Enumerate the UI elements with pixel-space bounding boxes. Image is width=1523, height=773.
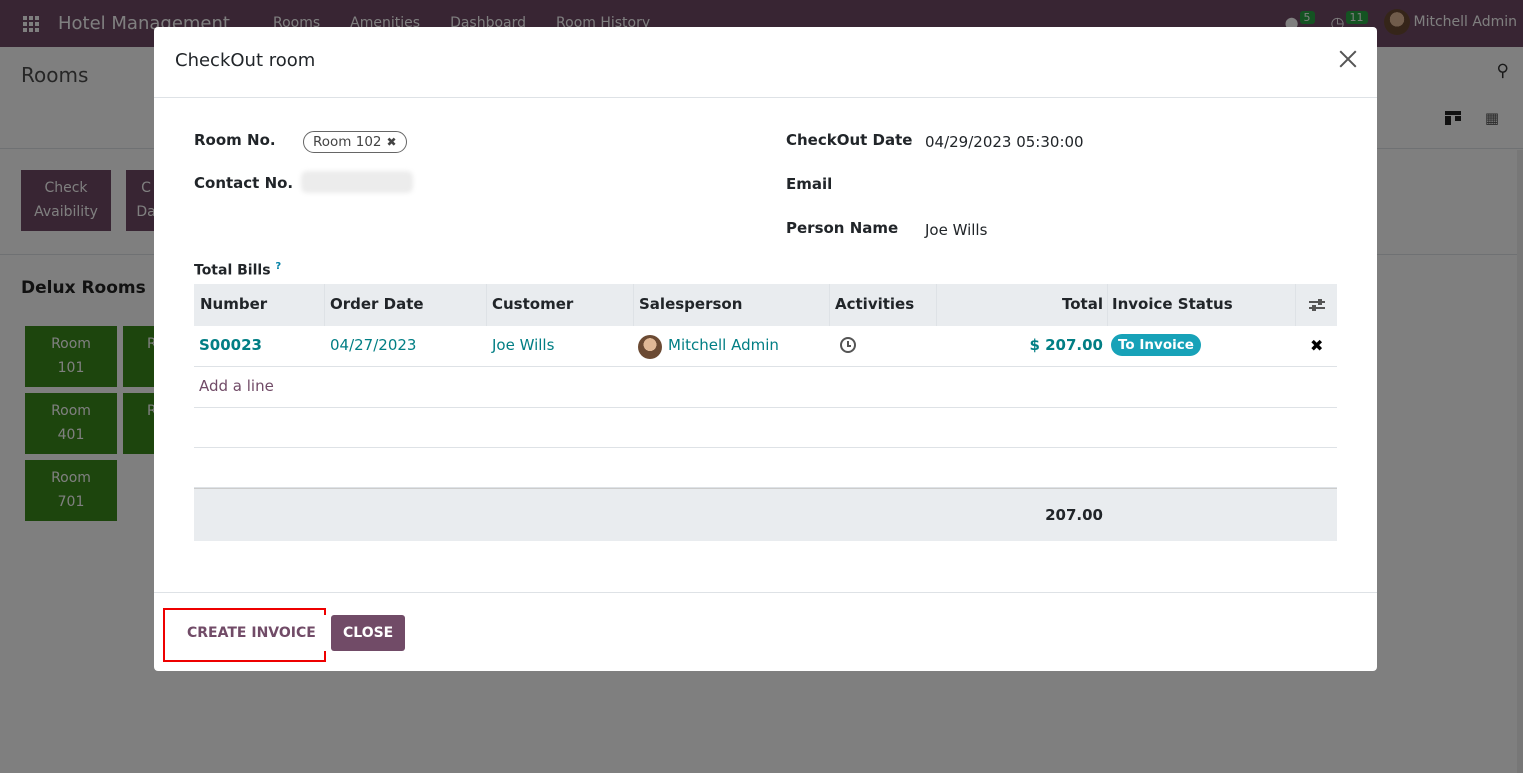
contact-no-field[interactable] (301, 171, 413, 193)
salesperson[interactable]: Mitchell Admin (668, 336, 779, 354)
add-line-link[interactable]: Add a line (199, 377, 274, 395)
col-salesperson[interactable]: Salesperson (639, 295, 742, 313)
order-number[interactable]: S00023 (199, 336, 262, 354)
total-bills-text: Total Bills (194, 262, 271, 279)
order-date[interactable]: 04/27/2023 (330, 336, 416, 354)
room-tag-label: Room 102 (313, 134, 382, 150)
col-customer[interactable]: Customer (492, 295, 573, 313)
activity-clock-icon[interactable] (840, 337, 856, 353)
dialog-title: CheckOut room (175, 50, 316, 71)
dialog-footer: CREATE INVOICE CLOSE (154, 592, 1377, 671)
room-tag[interactable]: Room 102 ✖ (303, 131, 407, 153)
create-invoice-button[interactable]: CREATE INVOICE (176, 615, 327, 651)
table-row[interactable]: S00023 04/27/2023 Joe Wills Mitchell Adm… (194, 326, 1337, 367)
order-total: $ 207.00 (1029, 336, 1103, 354)
salesperson-avatar (638, 335, 662, 359)
checkout-date-field[interactable]: 04/29/2023 05:30:00 (925, 133, 1084, 151)
total-bills-label: Total Bills ? (194, 261, 281, 279)
empty-row (194, 448, 1337, 488)
add-line-row: Add a line (194, 367, 1337, 408)
col-total[interactable]: Total (1062, 295, 1103, 313)
customer[interactable]: Joe Wills (492, 336, 554, 354)
person-name-label: Person Name (786, 219, 899, 237)
person-name-field[interactable]: Joe Wills (925, 221, 987, 239)
checkout-date-label: CheckOut Date (786, 131, 913, 149)
room-no-label: Room No. (194, 131, 276, 149)
dialog-header: CheckOut room (154, 27, 1377, 98)
delete-row-icon[interactable]: ✖ (1310, 336, 1323, 355)
table-footer: 207.00 (194, 488, 1337, 541)
email-label: Email (786, 175, 833, 193)
invoice-status-badge: To Invoice (1111, 334, 1201, 356)
close-button[interactable]: CLOSE (331, 615, 406, 651)
empty-row (194, 408, 1337, 448)
col-invoice-status[interactable]: Invoice Status (1112, 295, 1233, 313)
table-header: Number Order Date Customer Salesperson A… (194, 284, 1337, 326)
col-order-date[interactable]: Order Date (330, 295, 424, 313)
sum-total: 207.00 (1045, 506, 1103, 524)
col-activities[interactable]: Activities (835, 295, 914, 313)
close-icon[interactable] (1336, 47, 1360, 71)
col-number[interactable]: Number (200, 295, 267, 313)
contact-no-label: Contact No. (194, 174, 294, 192)
optional-columns-icon[interactable] (1309, 297, 1325, 313)
checkout-dialog: CheckOut room Room No. Room 102 ✖ Contac… (154, 27, 1377, 671)
help-icon[interactable]: ? (275, 261, 281, 272)
remove-tag-icon[interactable]: ✖ (387, 132, 397, 152)
